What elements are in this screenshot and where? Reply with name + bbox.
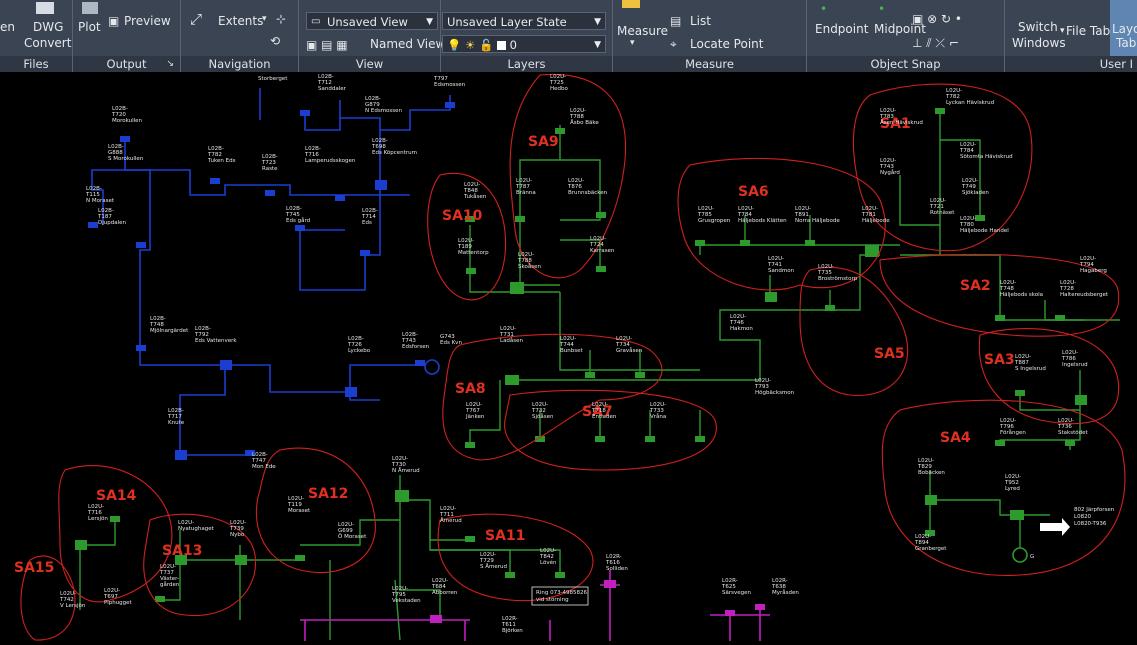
switch-windows-button-line1[interactable]: Switch — [1018, 20, 1058, 34]
lock-icon: 🔓 — [478, 38, 494, 52]
extents-button[interactable]: Extents — [218, 14, 263, 28]
locate-point-icon: ⌖ — [670, 37, 677, 51]
measure-icon — [622, 0, 640, 8]
plot-button[interactable]: Plot — [78, 20, 101, 34]
region-label-sa10: SA10 — [442, 208, 483, 224]
group-label-layers: Layers — [441, 56, 612, 72]
switch-windows-button-line2[interactable]: Windows — [1012, 36, 1066, 50]
preview-icon: ▣ — [108, 14, 120, 28]
group-label-measure: Measure — [613, 56, 806, 72]
chevron-down-icon: ▼ — [594, 40, 601, 50]
midpoint-icon: • — [878, 2, 886, 16]
chevron-down-icon: ▼ — [594, 17, 601, 27]
pan-icon[interactable]: ⊹ — [276, 12, 286, 26]
station-label: L02U-T733 Vråna — [649, 402, 666, 420]
region-label-sa4: SA4 — [940, 430, 971, 446]
layer-combo[interactable]: 💡 ☀ 🔓 0 ▼ — [442, 35, 606, 53]
layer-state-combo[interactable]: Unsaved Layer State ▼ — [442, 12, 606, 30]
station-label: L02B-T723 Raste — [261, 154, 278, 172]
extents-dropdown-icon[interactable]: ▾ — [262, 14, 267, 24]
lightbulb-icon: 💡 — [447, 38, 462, 52]
layout-tabs-label-2: Tabs — [1116, 36, 1137, 50]
region-label-sa12: SA12 — [308, 486, 348, 502]
layer-combo-value: 0 — [509, 38, 517, 52]
view-combo-value: Unsaved View — [327, 15, 408, 29]
file-tabs-button[interactable]: File Tabs — [1066, 24, 1116, 38]
view-combo[interactable]: ▭ Unsaved View ▼ — [306, 12, 438, 30]
color-swatch-icon — [496, 41, 506, 50]
group-label-view: View — [299, 56, 440, 72]
sun-icon: ☀ — [464, 38, 476, 52]
layer-state-combo-value: Unsaved Layer State — [447, 15, 567, 29]
endpoint-button[interactable]: Endpoint — [815, 22, 868, 36]
locate-point-button[interactable]: Locate Point — [690, 37, 763, 51]
group-label-files: Files — [0, 56, 72, 72]
dwg-convert-icon — [36, 2, 54, 14]
region-label-sa14: SA14 — [96, 488, 137, 504]
group-label-user-interface: User I — [1005, 56, 1137, 72]
snap-tool-icons-row1[interactable]: ▣ ⊗ ↻ • — [912, 12, 962, 26]
region-label-sa5: SA5 — [874, 346, 905, 362]
list-icon: ▤ — [670, 14, 682, 28]
view-combo-icon: ▭ — [311, 16, 321, 27]
region-label-sa8: SA8 — [455, 381, 486, 397]
group-label-object-snap: Object Snap — [807, 56, 1004, 72]
region-label-sa9: SA9 — [528, 134, 559, 150]
measure-dropdown-icon[interactable]: ▾ — [630, 38, 635, 48]
dwg-convert-button-line1[interactable]: DWG — [33, 20, 63, 34]
generator-label: G — [1030, 554, 1034, 560]
region-label-sa11: SA11 — [485, 528, 525, 544]
snap-tool-icons-row2[interactable]: ⊥ ⫽ ⤫ ⌐ — [912, 36, 959, 51]
region-label-sa15: SA15 — [14, 560, 54, 576]
plot-icon — [82, 2, 98, 14]
dwg-convert-button-line2[interactable]: Convert — [24, 36, 71, 50]
group-label-output: Output ↘ — [73, 56, 180, 72]
region-label-sa13: SA13 — [162, 543, 202, 559]
open-button[interactable]: en — [0, 20, 15, 34]
group-label-output-text: Output — [106, 57, 147, 71]
region-label-sa2: SA2 — [960, 278, 991, 294]
region-label-sa3: SA3 — [984, 352, 1015, 368]
preview-button[interactable]: Preview — [124, 14, 171, 28]
chevron-down-icon: ▼ — [426, 17, 433, 27]
region-label-sa6: SA6 — [738, 184, 769, 200]
orbit-icon[interactable]: ⟲ — [270, 34, 280, 48]
ribbon-toolbar: en DWG Convert Plot ▣ Preview ⤢ Extents … — [0, 0, 1137, 72]
station-label: L02U-T952 Lyred — [1004, 474, 1021, 492]
endpoint-icon: • — [820, 2, 828, 16]
network-drawing[interactable]: SA9 SA10 SA6 SA1 SA2 SA5 SA3 SA4 SA8 SA7… — [0, 72, 1137, 641]
measure-button[interactable]: Measure — [617, 24, 668, 38]
station-label: L02U-T739 Nybo — [229, 520, 246, 538]
layout-tabs-label-1: Layo — [1112, 22, 1137, 36]
dialog-launcher-icon[interactable]: ↘ — [166, 56, 174, 72]
station-label: Storberget — [258, 76, 288, 82]
list-button[interactable]: List — [690, 14, 711, 28]
group-label-navigation: Navigation — [181, 56, 298, 72]
switch-windows-dropdown-icon[interactable]: ▾ — [1060, 26, 1065, 36]
layout-tabs-button[interactable]: Layo Tabs — [1110, 0, 1137, 56]
extents-icon: ⤢ — [190, 10, 203, 28]
drawing-canvas[interactable]: SA9 SA10 SA6 SA1 SA2 SA5 SA3 SA4 SA8 SA7… — [0, 72, 1137, 641]
view-tool-icons[interactable]: ▣ ▤ ▦ — [306, 38, 348, 52]
